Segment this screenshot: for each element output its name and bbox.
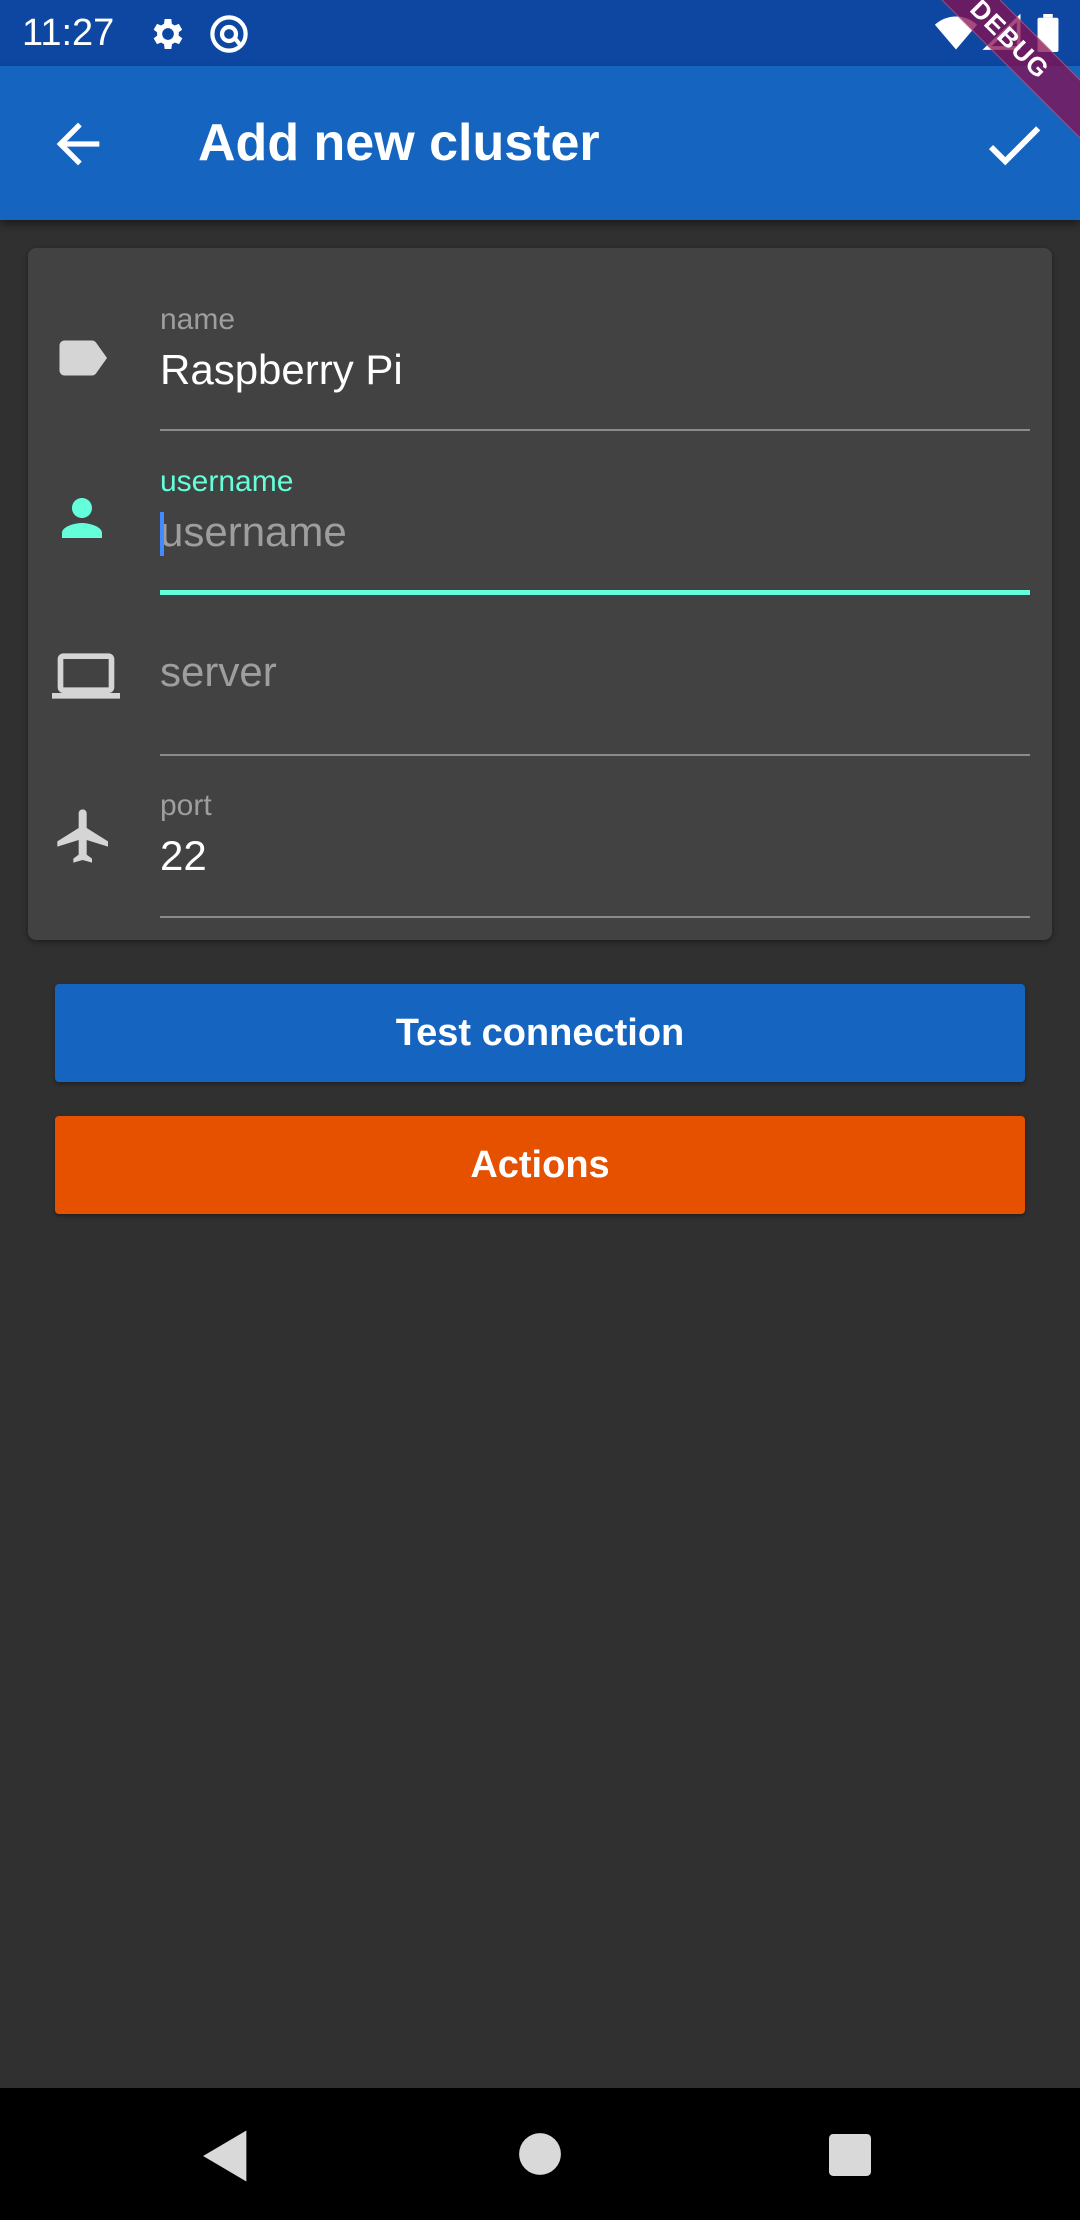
text-caret bbox=[160, 512, 164, 556]
label-icon bbox=[59, 340, 107, 376]
test-connection-button[interactable]: Test connection bbox=[55, 984, 1025, 1082]
save-button[interactable] bbox=[974, 110, 1054, 180]
name-label: name bbox=[160, 303, 236, 336]
check-icon bbox=[988, 126, 1041, 166]
cluster-form-card: name username port bbox=[28, 248, 1052, 940]
actions-button[interactable]: Actions bbox=[55, 1116, 1025, 1214]
username-input[interactable] bbox=[160, 506, 1020, 558]
arrow-back-icon bbox=[56, 122, 100, 166]
at-icon bbox=[210, 15, 248, 53]
laptop-icon bbox=[52, 653, 120, 699]
status-time: 11:27 bbox=[22, 12, 115, 54]
username-underline bbox=[160, 590, 1030, 595]
port-label: port bbox=[160, 789, 212, 822]
name-underline bbox=[160, 429, 1030, 431]
server-underline bbox=[160, 754, 1030, 756]
port-input[interactable] bbox=[160, 830, 1020, 882]
nav-back-icon[interactable] bbox=[200, 2128, 252, 2184]
username-label: username bbox=[160, 465, 294, 498]
status-bar: 11:27 bbox=[0, 0, 1080, 66]
system-nav-bar bbox=[0, 2088, 1080, 2220]
name-input[interactable] bbox=[160, 344, 1020, 396]
gear-icon bbox=[153, 19, 183, 49]
back-button[interactable] bbox=[38, 112, 118, 176]
port-underline bbox=[160, 916, 1030, 918]
app-bar: Add new cluster bbox=[0, 66, 1080, 220]
page-title: Add new cluster bbox=[198, 114, 600, 172]
nav-home-icon[interactable] bbox=[518, 2132, 562, 2176]
nav-recents-icon[interactable] bbox=[828, 2134, 872, 2176]
server-input[interactable] bbox=[160, 646, 1020, 698]
airplane-icon bbox=[57, 809, 108, 863]
person-icon bbox=[62, 498, 102, 538]
